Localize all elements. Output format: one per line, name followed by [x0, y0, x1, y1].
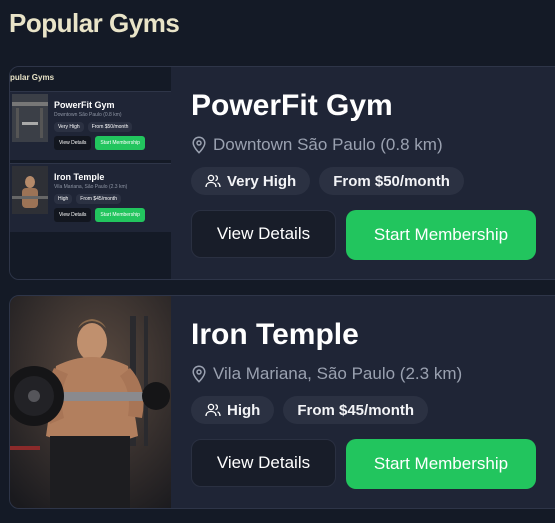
price-badge: From $45/month [283, 396, 429, 424]
users-icon [205, 174, 221, 188]
gym-photo [10, 296, 171, 508]
gym-thumbnail [10, 296, 171, 508]
gym-thumbnail: pular Gyms PowerFit Gym Downtown São Pau… [10, 67, 171, 279]
preview-crowd-badge: Very High [54, 122, 84, 132]
gym-location: Vila Mariana, São Paulo (2.3 km) [191, 364, 462, 384]
users-icon [205, 403, 221, 417]
section-title: Popular Gyms [9, 8, 180, 38]
preview-card: PowerFit Gym Downtown São Paulo (0.8 km)… [10, 91, 171, 160]
preview-start-membership: Start Membership [95, 136, 145, 150]
gym-card-powerfit[interactable]: pular Gyms PowerFit Gym Downtown São Pau… [9, 66, 555, 280]
crowd-level: High [227, 401, 261, 419]
preview-gym-name: PowerFit Gym [54, 100, 115, 110]
map-pin-icon [192, 365, 206, 383]
preview-price-badge: From $50/month [87, 122, 133, 132]
start-membership-button[interactable]: Start Membership [346, 439, 536, 489]
preview-start-membership: Start Membership [95, 208, 145, 222]
crowd-badge: Very High [191, 167, 311, 195]
map-pin-icon [192, 136, 206, 154]
preview-view-details: View Details [54, 136, 92, 150]
gym-location: Downtown São Paulo (0.8 km) [191, 135, 443, 155]
preview-gym-location: Vila Mariana, São Paulo (2.3 km) [54, 184, 128, 190]
view-details-button[interactable]: View Details [191, 439, 336, 487]
gym-name: Iron Temple [191, 318, 359, 351]
gym-location-text: Vila Mariana, São Paulo (2.3 km) [213, 364, 463, 383]
preview-gym-location: Downtown São Paulo (0.8 km) [54, 112, 122, 118]
screenshot-preview: pular Gyms PowerFit Gym Downtown São Pau… [10, 67, 171, 279]
price-badge: From $50/month [319, 167, 464, 195]
preview-title: pular Gyms [10, 73, 55, 82]
gym-card-iron-temple[interactable]: Iron Temple Vila Mariana, São Paulo (2.3… [9, 295, 555, 509]
view-details-button[interactable]: View Details [191, 210, 336, 258]
preview-price-badge: From $45/month [76, 194, 121, 204]
crowd-badge: High [191, 396, 275, 424]
preview-gym-image [12, 166, 48, 214]
preview-view-details: View Details [54, 208, 92, 222]
preview-gym-image [12, 94, 48, 142]
crowd-level: Very High [227, 172, 297, 190]
start-membership-button[interactable]: Start Membership [346, 210, 536, 260]
preview-card: Iron Temple Vila Mariana, São Paulo (2.3… [10, 163, 171, 232]
gym-name: PowerFit Gym [191, 89, 393, 122]
gym-location-text: Downtown São Paulo (0.8 km) [213, 135, 443, 154]
preview-crowd-badge: High [54, 194, 73, 204]
preview-gym-name: Iron Temple [54, 172, 105, 182]
